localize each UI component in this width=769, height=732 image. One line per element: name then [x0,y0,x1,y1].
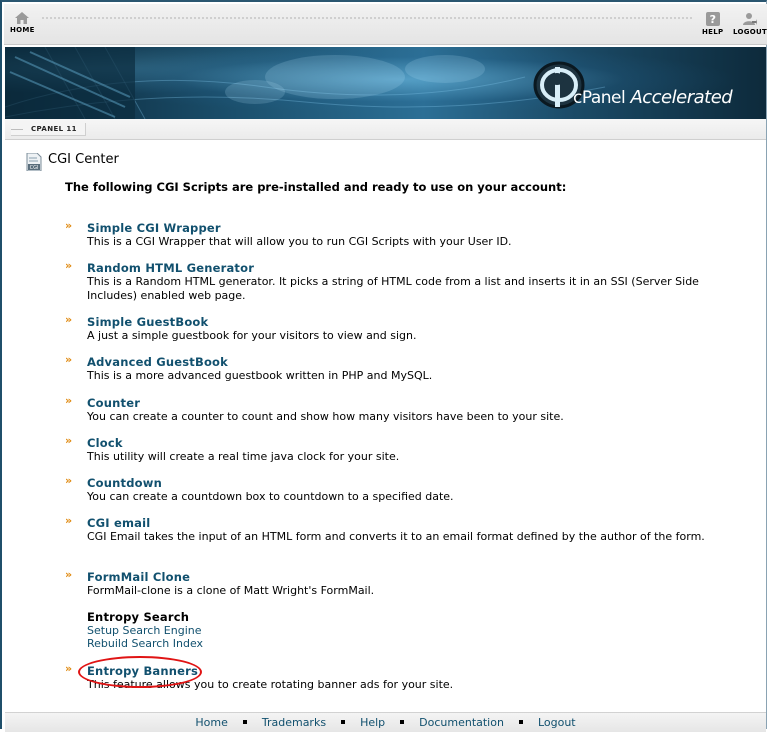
home-button[interactable]: HOME [10,12,35,34]
script-description: This feature allows you to create rotati… [87,678,454,691]
script-link-entropy-banners[interactable]: Entropy Banners [87,664,198,678]
entropy-search-heading: Entropy Search [87,610,190,624]
script-description: You can create a counter to count and sh… [87,410,564,423]
script-link-countdown[interactable]: Countdown [87,476,162,490]
double-chevron-icon: » [65,662,72,675]
svg-text:?: ? [709,13,716,26]
logo-accelerated-text: Accelerated [630,87,733,108]
double-chevron-icon: » [65,313,72,326]
version-bar: CPANEL 11 [5,119,766,140]
version-tab: CPANEL 11 [11,123,86,136]
double-chevron-icon: » [65,219,72,232]
footer-bar: Home Trademarks Help Documentation Logout [5,712,766,732]
double-chevron-icon: » [65,394,72,407]
footer-help-link[interactable]: Help [360,716,385,729]
cpanel-logo: cPanel Accelerated [533,59,763,111]
logout-label: LOGOUT [733,28,768,36]
script-description: This is a more advanced guestbook writte… [87,369,433,382]
help-button[interactable]: ? HELP [702,12,723,36]
intro-text: The following CGI Scripts are pre-instal… [65,180,567,194]
help-label: HELP [702,28,724,36]
footer-documentation-link[interactable]: Documentation [419,716,504,729]
script-link-clock[interactable]: Clock [87,436,123,450]
footer-separator [341,720,346,724]
question-icon: ? [705,12,720,26]
svg-text:CGI: CGI [30,165,39,171]
script-link-counter[interactable]: Counter [87,396,140,410]
script-link-simple-guestbook[interactable]: Simple GuestBook [87,315,208,329]
script-link-cgi-email[interactable]: CGI email [87,516,150,530]
script-description: CGI Email takes the input of an HTML for… [87,530,705,543]
script-link-random-html-generator[interactable]: Random HTML Generator [87,261,254,275]
footer-logout-link[interactable]: Logout [538,716,576,729]
double-chevron-icon: » [65,514,72,527]
cpanel-window: HOME ? HELP LOGOUT cPanel Accelerated CP… [0,0,767,732]
script-description: You can create a countdown box to countd… [87,490,454,503]
logout-button[interactable]: LOGOUT [733,12,767,36]
script-description: This is a CGI Wrapper that will allow yo… [87,235,512,248]
logo-wordmark: cPanel Accelerated [573,87,733,108]
footer-separator [242,720,247,724]
house-icon [15,12,30,24]
home-label: HOME [10,26,35,34]
footer-separator [518,720,523,724]
script-link-formmail-clone[interactable]: FormMail Clone [87,570,190,584]
footer-trademarks-link[interactable]: Trademarks [262,716,326,729]
footer-separator [400,720,405,724]
script-description: This utility will create a real time jav… [87,450,400,463]
setup-search-engine-link[interactable]: Setup Search Engine [87,624,202,637]
script-link-advanced-guestbook[interactable]: Advanced GuestBook [87,355,228,369]
footer-home-link[interactable]: Home [195,716,227,729]
double-chevron-icon: » [65,353,72,366]
double-chevron-icon: » [65,474,72,487]
script-description: FormMail-clone is a clone of Matt Wright… [87,584,375,597]
header-banner: cPanel Accelerated [5,47,766,119]
script-link-simple-cgi-wrapper[interactable]: Simple CGI Wrapper [87,221,221,235]
rebuild-search-index-link[interactable]: Rebuild Search Index [87,637,203,650]
script-description: A just a simple guestbook for your visit… [87,329,417,342]
top-nav-bar: HOME ? HELP LOGOUT [4,4,767,45]
double-chevron-icon: » [65,434,72,447]
double-chevron-icon: » [65,259,72,272]
logo-cpanel-text: cPanel [573,88,626,108]
user-logout-icon [743,13,758,25]
nav-divider [42,17,692,19]
cgi-document-icon: CGI [26,153,42,171]
page-title: CGI Center [48,152,119,167]
script-description: This is a Random HTML generator. It pick… [87,275,699,302]
double-chevron-icon: » [65,568,72,581]
